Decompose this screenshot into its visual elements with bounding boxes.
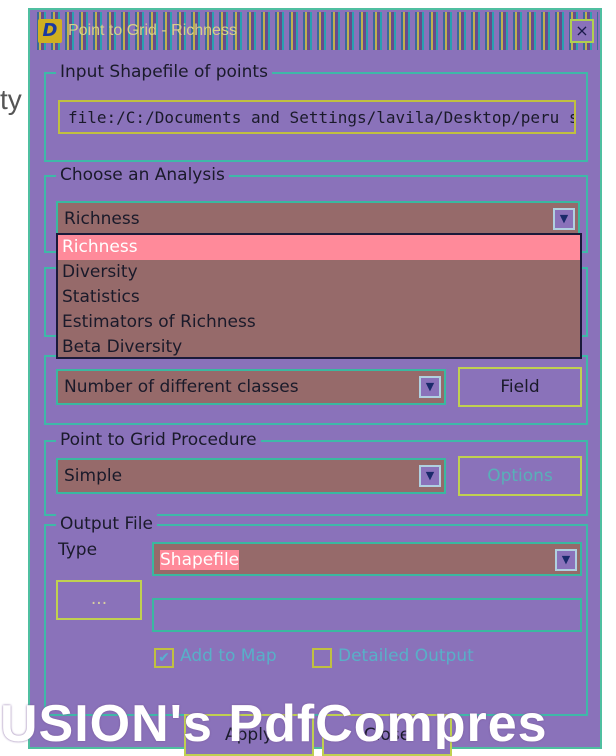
output-file-label: Output File: [56, 514, 157, 534]
analysis-select[interactable]: Richness ▼: [56, 201, 580, 237]
dropdown-item-statistics[interactable]: Statistics: [58, 285, 580, 310]
procedure-select[interactable]: Simple ▼: [56, 458, 446, 494]
add-to-map-checkbox[interactable]: ✔: [154, 648, 174, 668]
detailed-output-label: Detailed Output: [338, 646, 474, 666]
point-to-grid-dialog: D Point to Grid - Richness × Input Shape…: [28, 8, 602, 756]
watermark-overlay-text: USION's PdfCompres: [0, 700, 548, 749]
input-shapefile-group: Input Shapefile of points file:/C:/Docum…: [44, 62, 588, 162]
procedure-label: Point to Grid Procedure: [56, 430, 261, 450]
title-bar[interactable]: D Point to Grid - Richness ×: [32, 12, 598, 50]
dropdown-item-diversity[interactable]: Diversity: [58, 260, 580, 285]
procedure-selected-value: Simple: [64, 466, 123, 486]
window-title: Point to Grid - Richness: [68, 22, 237, 39]
analysis-selected-value: Richness: [64, 209, 140, 229]
analysis-dropdown-list[interactable]: Richness Diversity Statistics Estimators…: [56, 233, 582, 359]
output-type-select[interactable]: Shapefile ▼: [152, 542, 582, 576]
add-to-map-label: Add to Map: [180, 646, 277, 666]
chevron-down-icon[interactable]: ▼: [419, 465, 441, 487]
measure-select[interactable]: Number of different classes ▼: [56, 369, 446, 405]
chevron-down-icon[interactable]: ▼: [419, 376, 441, 398]
dropdown-item-estimators[interactable]: Estimators of Richness: [58, 310, 580, 335]
detailed-output-checkbox[interactable]: [312, 648, 332, 668]
field-button[interactable]: Field: [458, 367, 582, 407]
dropdown-item-beta-diversity[interactable]: Beta Diversity: [58, 335, 580, 360]
output-path-field[interactable]: [152, 598, 582, 632]
close-icon[interactable]: ×: [570, 19, 594, 43]
browse-button[interactable]: ...: [56, 580, 142, 620]
options-button[interactable]: Options: [458, 456, 582, 496]
procedure-group: Point to Grid Procedure Simple ▼ Options: [44, 430, 588, 516]
chevron-down-icon[interactable]: ▼: [555, 549, 577, 571]
measure-options-group: Number of different classes ▼ Field: [44, 355, 588, 425]
measure-selected-value: Number of different classes: [64, 377, 299, 397]
type-label: Type: [58, 540, 98, 560]
input-shapefile-field[interactable]: file:/C:/Documents and Settings/lavila/D…: [58, 100, 576, 134]
app-icon: D: [38, 19, 62, 43]
input-shapefile-label: Input Shapefile of points: [56, 62, 272, 82]
chevron-down-icon[interactable]: ▼: [553, 208, 575, 230]
analysis-label: Choose an Analysis: [56, 165, 229, 185]
output-file-group: Output File Type Shapefile ▼ ... ✔ Add t…: [44, 514, 588, 716]
dropdown-item-richness[interactable]: Richness: [58, 235, 580, 260]
background-partial-text: ty: [0, 84, 22, 115]
output-type-selected-value: Shapefile: [160, 550, 240, 570]
